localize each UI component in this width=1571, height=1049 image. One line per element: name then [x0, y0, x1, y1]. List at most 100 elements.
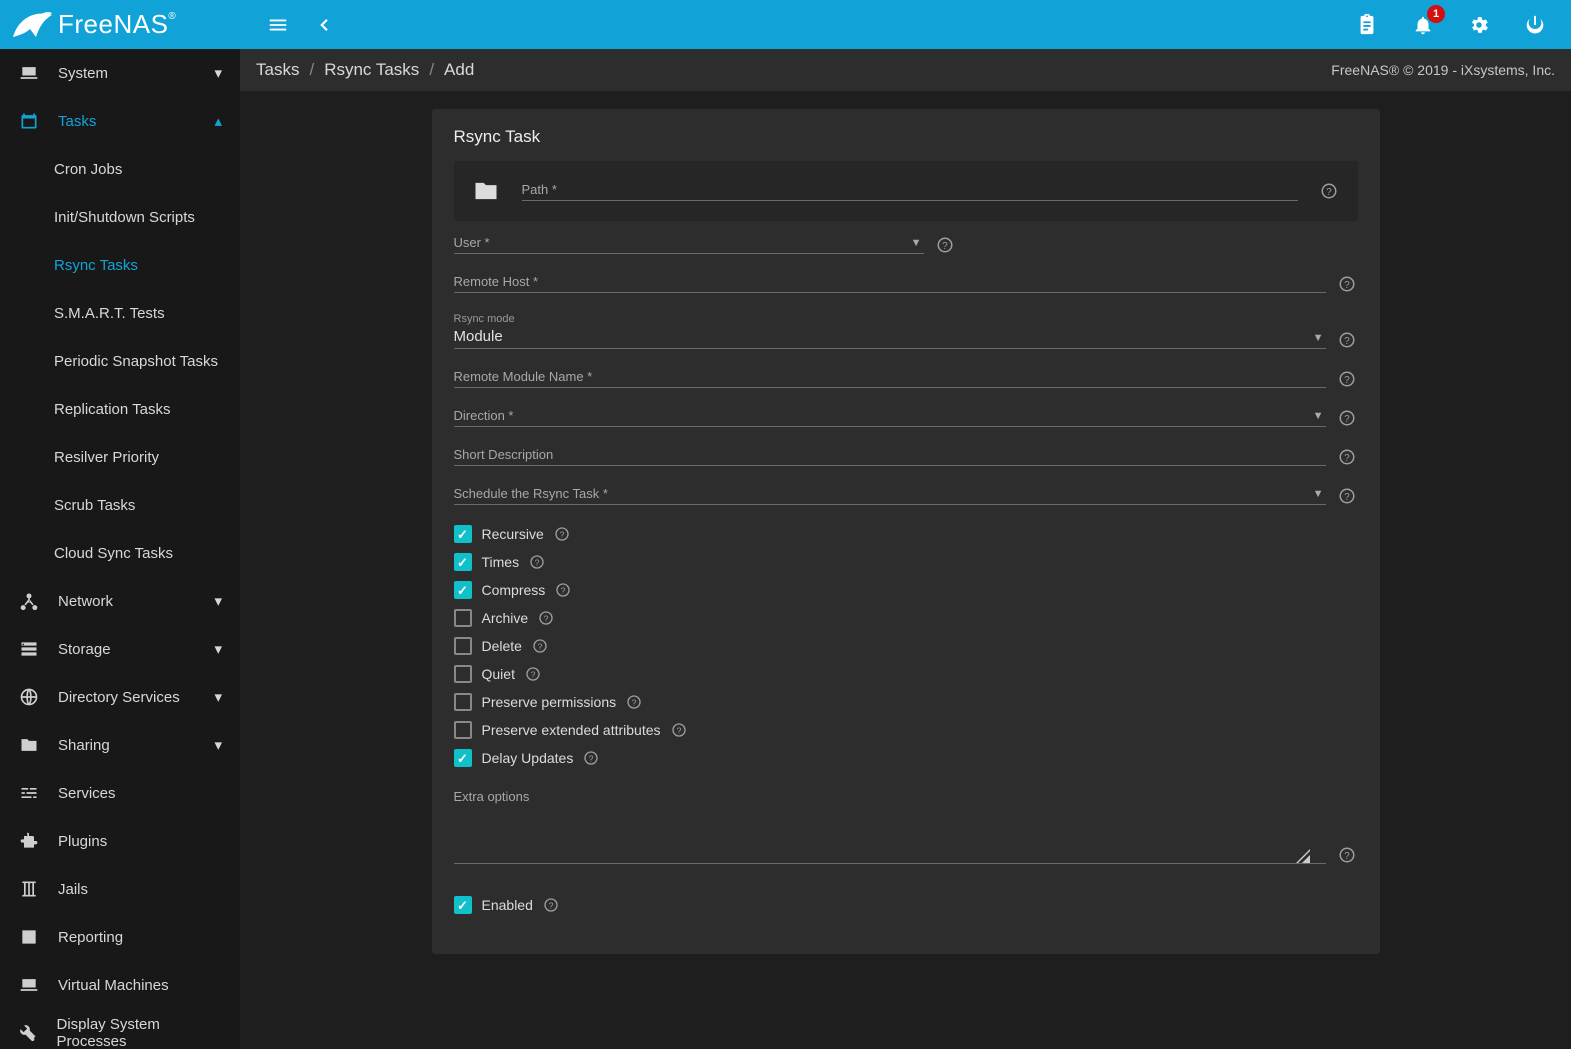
help-icon[interactable]: ?: [1320, 182, 1340, 200]
build-icon: [18, 1023, 39, 1043]
brand-text: FreeNAS®: [58, 9, 176, 40]
help-icon[interactable]: ?: [936, 236, 956, 254]
sidebar-item-smart[interactable]: S.M.A.R.T. Tests: [0, 289, 240, 337]
short-desc-field[interactable]: Short Description: [454, 447, 1326, 466]
back-icon[interactable]: [310, 11, 338, 39]
user-field[interactable]: User * ▼: [454, 235, 924, 254]
help-icon[interactable]: ?: [532, 638, 552, 654]
sidebar-label: Display System Processes: [57, 1016, 223, 1049]
chart-icon: [18, 927, 40, 947]
path-field[interactable]: Path *: [522, 182, 1298, 201]
calendar-icon: [18, 111, 40, 131]
help-icon[interactable]: ?: [626, 694, 646, 710]
clipboard-icon[interactable]: [1353, 11, 1381, 39]
sidebar-item-sharing[interactable]: Sharing ▾: [0, 721, 240, 769]
direction-field[interactable]: Direction * ▼: [454, 408, 1326, 427]
svg-text:?: ?: [561, 585, 566, 595]
chevron-down-icon: ▾: [214, 592, 222, 610]
sidebar-item-replication[interactable]: Replication Tasks: [0, 385, 240, 433]
rsync-mode-field[interactable]: Rsync mode Module ▼: [454, 313, 1326, 349]
svg-text:?: ?: [1326, 187, 1332, 198]
card-title: Rsync Task: [432, 109, 1380, 161]
folder-shared-icon: [18, 735, 40, 755]
crumb-add[interactable]: Add: [444, 60, 474, 80]
help-icon[interactable]: ?: [525, 666, 545, 682]
enabled-checkbox[interactable]: Enabled?: [454, 896, 1358, 914]
times-checkbox[interactable]: Times?: [454, 553, 1358, 571]
svg-text:?: ?: [1344, 851, 1350, 862]
sidebar-item-init[interactable]: Init/Shutdown Scripts: [0, 193, 240, 241]
sidebar-item-dispproc[interactable]: Display System Processes: [0, 1009, 240, 1049]
sidebar-item-plugins[interactable]: Plugins: [0, 817, 240, 865]
sidebar-label: Reporting: [58, 929, 123, 946]
sidebar-item-vm[interactable]: Virtual Machines: [0, 961, 240, 1009]
sidebar-label: Services: [58, 785, 116, 802]
sidebar-item-system[interactable]: System ▾: [0, 49, 240, 97]
sidebar-item-tasks[interactable]: Tasks ▴: [0, 97, 240, 145]
form-card: Rsync Task Path * ? User * ▼ ?: [432, 109, 1380, 954]
sidebar-item-snapshot[interactable]: Periodic Snapshot Tasks: [0, 337, 240, 385]
help-icon[interactable]: ?: [543, 897, 563, 913]
settings-icon[interactable]: [1465, 11, 1493, 39]
chevron-down-icon: ▾: [214, 640, 222, 658]
resize-icon[interactable]: [1296, 849, 1310, 863]
help-icon[interactable]: ?: [1338, 409, 1358, 427]
sidebar-item-network[interactable]: Network ▾: [0, 577, 240, 625]
quiet-checkbox[interactable]: Quiet?: [454, 665, 1358, 683]
svg-text:?: ?: [531, 669, 536, 679]
topbar-right: 1: [1353, 11, 1571, 39]
svg-text:?: ?: [544, 613, 549, 623]
sidebar-item-dirsvc[interactable]: Directory Services ▾: [0, 673, 240, 721]
help-icon[interactable]: ?: [555, 582, 575, 598]
help-icon[interactable]: ?: [554, 526, 574, 542]
delete-checkbox[interactable]: Delete?: [454, 637, 1358, 655]
extra-options-textarea[interactable]: [454, 810, 1326, 864]
svg-text:?: ?: [559, 529, 564, 539]
help-icon[interactable]: ?: [671, 722, 691, 738]
laptop-icon: [18, 975, 40, 995]
sidebar-item-reporting[interactable]: Reporting: [0, 913, 240, 961]
remote-host-field[interactable]: Remote Host *: [454, 274, 1326, 293]
chevron-down-icon: ▾: [214, 64, 222, 82]
perms-checkbox[interactable]: Preserve permissions?: [454, 693, 1358, 711]
sidebar-label: Tasks: [58, 113, 96, 130]
crumb-rsync[interactable]: Rsync Tasks: [324, 60, 419, 80]
help-icon[interactable]: ?: [1338, 370, 1358, 388]
help-icon[interactable]: ?: [1338, 448, 1358, 466]
help-icon[interactable]: ?: [1338, 331, 1358, 349]
sidebar-item-storage[interactable]: Storage ▾: [0, 625, 240, 673]
tune-icon: [18, 783, 40, 803]
xattr-checkbox[interactable]: Preserve extended attributes?: [454, 721, 1358, 739]
svg-text:?: ?: [538, 641, 543, 651]
notifications-icon[interactable]: 1: [1409, 11, 1437, 39]
remote-module-field[interactable]: Remote Module Name *: [454, 369, 1326, 388]
logo-area: FreeNAS®: [0, 9, 240, 41]
power-icon[interactable]: [1521, 11, 1549, 39]
help-icon[interactable]: ?: [1338, 487, 1358, 505]
folder-icon[interactable]: [472, 177, 500, 205]
crumb-tasks[interactable]: Tasks: [256, 60, 299, 80]
help-icon[interactable]: ?: [1338, 846, 1358, 864]
sidebar-item-rsync[interactable]: Rsync Tasks: [0, 241, 240, 289]
sidebar-label: Directory Services: [58, 689, 180, 706]
help-icon[interactable]: ?: [1338, 275, 1358, 293]
sidebar-item-resilver[interactable]: Resilver Priority: [0, 433, 240, 481]
sidebar-item-jails[interactable]: Jails: [0, 865, 240, 913]
archive-checkbox[interactable]: Archive?: [454, 609, 1358, 627]
svg-text:?: ?: [676, 725, 681, 735]
help-icon[interactable]: ?: [529, 554, 549, 570]
menu-icon[interactable]: [264, 11, 292, 39]
help-icon[interactable]: ?: [538, 610, 558, 626]
extra-options-label: Extra options: [454, 789, 1358, 804]
recursive-checkbox[interactable]: Recursive?: [454, 525, 1358, 543]
sidebar-item-cron[interactable]: Cron Jobs: [0, 145, 240, 193]
schedule-field[interactable]: Schedule the Rsync Task * ▼: [454, 486, 1326, 505]
sidebar-item-services[interactable]: Services: [0, 769, 240, 817]
help-icon[interactable]: ?: [583, 750, 603, 766]
delay-checkbox[interactable]: Delay Updates?: [454, 749, 1358, 767]
sidebar-item-cloud[interactable]: Cloud Sync Tasks: [0, 529, 240, 577]
sidebar-label: Sharing: [58, 737, 110, 754]
sidebar-label: Storage: [58, 641, 111, 658]
compress-checkbox[interactable]: Compress?: [454, 581, 1358, 599]
sidebar-item-scrub[interactable]: Scrub Tasks: [0, 481, 240, 529]
